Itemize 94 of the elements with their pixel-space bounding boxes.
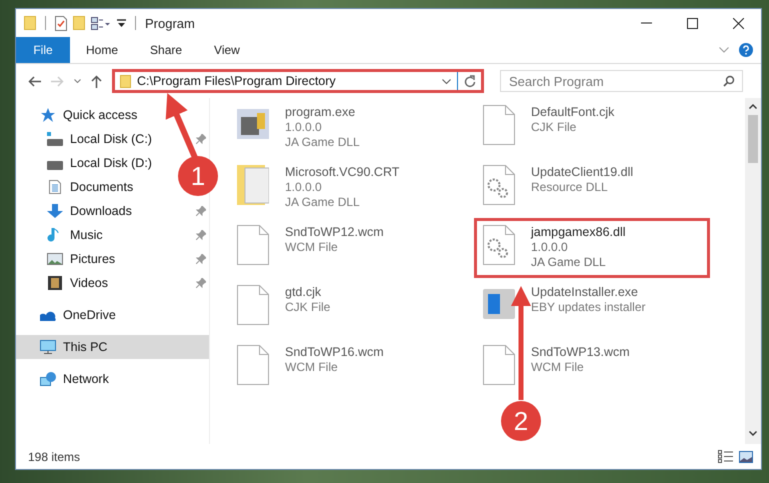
file-name: SndToWP16.wcm [285,345,384,360]
sidebar-item[interactable]: Network [16,367,115,391]
pin-icon[interactable] [196,206,206,216]
file-detail: WCM File [285,360,339,375]
file-item[interactable]: SndToWP16.wcm WCM File [228,338,474,398]
file-item[interactable]: Microsoft.VC90.CRT 1.0.0.0 JA Game DLL [228,158,474,218]
file-item[interactable]: jampgamex86.dll 1.0.0.0 JA Game DLL [474,218,710,278]
file-item[interactable]: SndToWP12.wcm WCM File [228,218,474,278]
file-name: program.exe [285,105,356,120]
gear-file-icon [483,165,515,205]
pin-icon[interactable] [196,134,206,144]
sidebar-item[interactable]: Quick access [16,103,144,127]
folder-icon [120,74,131,88]
close-icon [732,18,744,28]
sidebar-item[interactable]: Local Disk (D:) [16,151,158,175]
file-item[interactable]: UpdateClient19.dll Resource DLL [474,158,720,218]
file-name: SndToWP12.wcm [285,225,384,240]
window-title: Program [145,16,195,30]
file-name: Microsoft.VC90.CRT [285,165,400,180]
file-item[interactable]: SndToWP13.wcm WCM File [474,338,720,398]
blank-file-icon [483,345,515,385]
scrollbar[interactable] [745,98,761,444]
blank-file-icon [237,345,269,385]
ribbon-tab[interactable]: Home [70,37,134,63]
details-view-icon[interactable] [718,450,733,463]
file-detail: CJK File [531,120,578,135]
file-detail: JA Game DLL [285,135,360,150]
file-detail: EBY updates installer [531,300,646,315]
sidebar-item[interactable]: Local Disk (C:) [16,127,209,151]
sidebar-item[interactable]: Music [16,223,209,247]
help-icon[interactable] [739,43,753,57]
file-detail: JA Game DLL [531,255,607,270]
file-name: UpdateClient19.dll [531,165,634,180]
up-arrow-icon[interactable] [91,74,102,88]
file-detail: JA Game DLL [285,195,361,210]
recent-dropdown-icon[interactable] [74,79,81,83]
file-detail: WCM File [285,240,339,255]
file-item[interactable]: gtd.cjk CJK File [228,278,474,338]
scroll-up-icon[interactable] [749,104,757,109]
star-icon [40,108,56,122]
scroll-down-icon[interactable] [749,431,757,436]
film-icon [47,276,63,290]
refresh-icon[interactable] [464,74,476,88]
sidebar-item[interactable]: Videos [16,271,209,295]
file-detail: 1.0.0.0 [531,240,569,255]
sidebar-item[interactable]: Downloads [16,199,209,223]
maximize-icon [686,18,698,28]
file-name: UpdateInstaller.exe [531,285,640,300]
ribbon-tab[interactable]: File [16,37,70,63]
expand-ribbon-icon[interactable] [719,47,729,53]
file-detail: WCM File [531,360,585,375]
download-arrow-icon [47,204,63,218]
search-icon [723,75,735,87]
search-field[interactable]: Search Program [500,70,743,92]
ribbon-tab[interactable]: View [198,37,256,63]
folder-icon [237,165,269,205]
drive-icon [47,132,63,146]
network-icon [40,372,56,386]
blank-file-icon [483,105,515,145]
monitor-icon [40,340,56,354]
item-count: 198 items [28,450,80,464]
file-detail: CJK File [285,300,330,315]
pin-icon[interactable] [196,254,206,264]
sidebar-item[interactable]: This PC [16,335,209,359]
file-name: DefaultFont.cjk [531,105,614,120]
file-name: gtd.cjk [285,285,322,300]
blank-file-icon [237,285,269,325]
large-icons-view-icon[interactable] [739,450,753,462]
scrollbar-thumb[interactable] [748,115,758,163]
back-arrow-icon[interactable] [28,76,41,86]
properties-icon[interactable] [55,16,67,30]
file-item[interactable]: program.exe 1.0.0.0 JA Game DLL [228,98,474,158]
file-name: SndToWP13.wcm [531,345,630,360]
file-detail: 1.0.0.0 [285,180,323,195]
picture-icon [47,252,63,266]
customize-icon[interactable] [117,19,126,27]
file-item[interactable]: DefaultFont.cjk CJK File [474,98,720,158]
sidebar-item[interactable]: OneDrive [16,303,122,327]
gear-file-icon [483,225,515,265]
sidebar-item[interactable]: Pictures [16,247,209,271]
file-name: jampgamex86.dll [531,225,626,240]
sidebar-item[interactable]: Documents [16,175,140,199]
address-bar[interactable]: C:\Program Files\Program Directory [112,69,484,93]
blank-file-icon [237,225,269,265]
pin-icon[interactable] [196,230,206,240]
ribbon-tab[interactable]: Share [134,37,198,63]
dropdown-caret-icon[interactable] [442,78,451,84]
pin-icon[interactable] [196,278,206,288]
minimize-icon [640,22,652,24]
view-dropdown-icon[interactable] [91,16,111,30]
document-icon [47,180,63,194]
file-detail: 1.0.0.0 [285,120,323,135]
file-item[interactable]: UpdateInstaller.exe EBY updates installer [474,278,720,338]
file-detail: Resource DLL [531,180,609,195]
